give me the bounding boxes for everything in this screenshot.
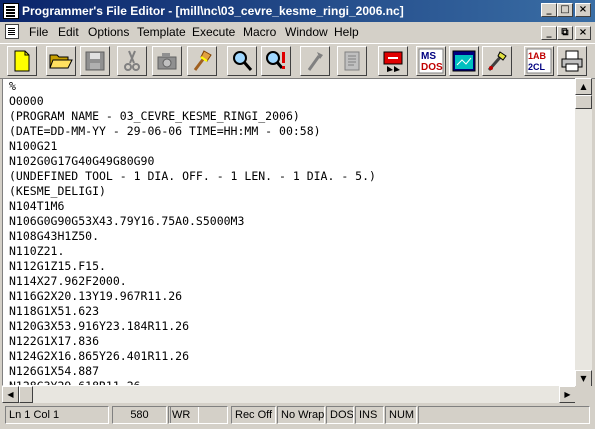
ms-dos-icon: MSDOS: [418, 48, 444, 74]
horizontal-scroll-thumb[interactable]: [19, 386, 33, 403]
window-icon: [452, 50, 476, 72]
tools-button[interactable]: [482, 46, 512, 76]
template-button[interactable]: [337, 46, 367, 76]
find-next-icon: [266, 51, 285, 69]
scroll-left-button[interactable]: ◀: [2, 386, 19, 403]
status-rec: Rec Off: [231, 406, 276, 424]
minimize-button[interactable]: _: [541, 3, 557, 17]
save-button[interactable]: [80, 46, 110, 76]
menu-execute[interactable]: Execute: [192, 25, 235, 39]
mdi-minimize-button[interactable]: _: [541, 26, 557, 40]
scroll-down-button[interactable]: ▼: [575, 370, 592, 387]
toolbar: MS DOS 1AB 2CL: [0, 43, 595, 79]
new-file-icon: [14, 50, 30, 72]
text-editor-area[interactable]: % O0000 (PROGRAM NAME - 03_CEVRE_KESME_RIN…: [2, 78, 576, 386]
mdi-close-button[interactable]: ×: [575, 26, 591, 40]
scroll-right-button[interactable]: ▶: [559, 386, 576, 403]
code-line: %: [9, 79, 16, 93]
menu-file[interactable]: File: [29, 25, 48, 39]
svg-text:MS: MS: [421, 51, 436, 62]
code-lines: % O0000 (PROGRAM NAME - 03_CEVRE_KESME_RIN…: [9, 79, 376, 386]
code-line: N114X27.962F2000.: [9, 274, 127, 288]
code-line: N112G1Z15.F15.: [9, 259, 106, 273]
code-line: N110Z21.: [9, 244, 65, 258]
code-line: (DATE=DD-MM-YY - 29-06-06 TIME=HH:MM - 0…: [9, 124, 321, 138]
code-line: N116G2X20.13Y19.967R11.26: [9, 289, 183, 303]
status-empty-panel: [418, 406, 590, 424]
window-title: Programmer's File Editor - [mill\nc\03_c…: [22, 4, 404, 18]
app-icon[interactable]: [3, 3, 19, 19]
code-line: N108G43H1Z50.: [9, 229, 100, 243]
code-line: N104T1M6: [9, 199, 65, 213]
tools-icon: [487, 51, 507, 71]
code-line: N118G1X51.623: [9, 304, 100, 318]
scroll-up-button[interactable]: ▲: [575, 78, 592, 95]
paste-icon: [193, 50, 212, 71]
code-line: (PROGRAM NAME - 03_CEVRE_KESME_RINGI_200…: [9, 109, 300, 123]
code-line: O0000: [9, 94, 44, 108]
menu-options[interactable]: Options: [88, 25, 129, 39]
print-icon: [561, 50, 583, 72]
mdi-restore-button[interactable]: ⧉: [557, 26, 573, 40]
menu-bar: File Edit Options Template Execute Macro…: [0, 22, 595, 42]
execute-button[interactable]: [378, 46, 408, 76]
status-position: Ln 1 Col 1: [5, 406, 109, 424]
status-size: 580: [112, 406, 167, 424]
print-button[interactable]: [557, 46, 587, 76]
code-line: N102G0G17G40G49G80G90: [9, 154, 155, 168]
find-button[interactable]: [227, 46, 257, 76]
code-line: N126G1X54.887: [9, 364, 100, 378]
horizontal-scrollbar[interactable]: ◀ ▶: [2, 386, 576, 403]
svg-text:2CL: 2CL: [528, 62, 546, 72]
status-dos: DOS: [326, 406, 354, 424]
new-file-button[interactable]: [7, 46, 37, 76]
copy-button[interactable]: [152, 46, 182, 76]
code-line: N106G0G90G53X43.79Y16.75A0.S5000M3: [9, 214, 245, 228]
close-button[interactable]: ×: [575, 3, 591, 17]
menu-window[interactable]: Window: [285, 25, 328, 39]
document-icon[interactable]: [5, 24, 19, 39]
copy-icon: [157, 53, 177, 70]
execute-icon: [383, 51, 403, 72]
line-numbers-button[interactable]: 1AB 2CL: [524, 46, 554, 76]
status-num: NUM: [385, 406, 417, 424]
save-disk-icon: [85, 51, 105, 71]
code-line: (UNDEFINED TOOL - 1 DIA. OFF. - 1 LEN. -…: [9, 169, 376, 183]
undo-icon: [307, 52, 323, 71]
find-magnifier-icon: [233, 51, 253, 71]
line-numbers-icon: 1AB2CL: [526, 48, 552, 74]
vertical-scrollbar[interactable]: ▲ ▼: [575, 78, 592, 387]
undo-button[interactable]: [300, 46, 330, 76]
svg-text:1AB: 1AB: [528, 51, 547, 61]
code-line: (KESME_DELIGI): [9, 184, 106, 198]
title-bar: Programmer's File Editor - [mill\nc\03_c…: [0, 0, 595, 22]
scrollbar-corner: [575, 386, 592, 403]
code-line: N128G3Y29.618R11.26: [9, 379, 141, 386]
status-ins: INS: [355, 406, 384, 424]
open-folder-icon: [49, 54, 73, 69]
vertical-scroll-thumb[interactable]: [575, 95, 592, 109]
code-line: N124G2X16.865Y26.401R11.26: [9, 349, 190, 363]
find-next-button[interactable]: [261, 46, 291, 76]
menu-help[interactable]: Help: [334, 25, 359, 39]
cut-scissors-icon: [124, 50, 140, 71]
status-wr: WR: [168, 406, 228, 424]
template-icon: [344, 51, 360, 71]
code-line: N122G1X17.836: [9, 334, 100, 348]
code-line: N100G21: [9, 139, 58, 153]
svg-text:DOS: DOS: [421, 62, 443, 73]
status-bar: Ln 1 Col 1 580 WR Rec Off No Wrap DOS IN…: [0, 404, 595, 429]
status-wrap: No Wrap: [277, 406, 325, 424]
paste-button[interactable]: [187, 46, 217, 76]
maximize-button[interactable]: □: [557, 3, 573, 17]
code-line: N120G3X53.916Y23.184R11.26: [9, 319, 190, 333]
menu-macro[interactable]: Macro: [243, 25, 276, 39]
window-button[interactable]: [449, 46, 479, 76]
open-file-button[interactable]: [46, 46, 76, 76]
menu-template[interactable]: Template: [137, 25, 186, 39]
menu-edit[interactable]: Edit: [58, 25, 79, 39]
ms-dos-button[interactable]: MS DOS: [416, 46, 446, 76]
cut-button[interactable]: [117, 46, 147, 76]
